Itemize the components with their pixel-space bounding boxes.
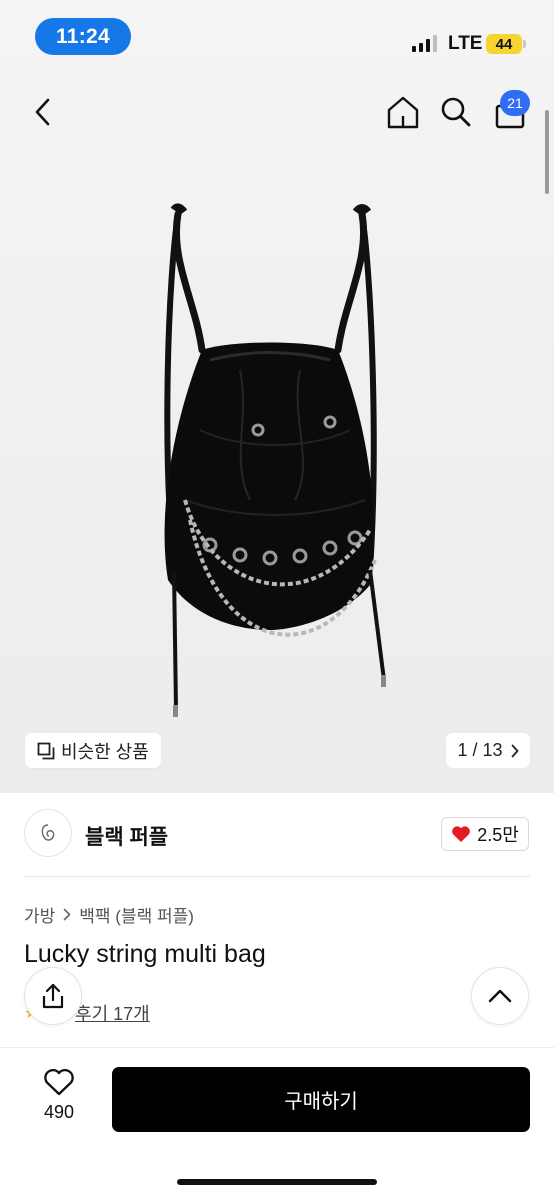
heart-filled-icon xyxy=(452,826,471,842)
breadcrumb-item[interactable]: 백팩 (블랙 퍼플) xyxy=(79,902,194,927)
review-count-link[interactable]: 후기 17개 xyxy=(75,1000,150,1026)
share-icon xyxy=(42,983,64,1009)
wishlist-button[interactable]: 490 xyxy=(28,1068,90,1128)
heart-outline-icon xyxy=(44,1068,74,1096)
back-button[interactable] xyxy=(26,92,60,132)
shop-like-count: 2.5만 xyxy=(477,825,519,845)
chevron-right-icon xyxy=(511,744,518,757)
shop-name[interactable]: 블랙 퍼플 xyxy=(85,821,168,851)
similar-products-label: 비슷한 상품 xyxy=(61,741,149,762)
breadcrumb-item[interactable]: 가방 xyxy=(24,902,55,927)
share-button[interactable] xyxy=(24,967,82,1025)
bottom-bar-divider xyxy=(0,1047,554,1048)
search-button[interactable] xyxy=(438,92,474,132)
signal-icon xyxy=(412,35,437,52)
chevron-left-icon xyxy=(35,98,50,126)
chevron-up-icon xyxy=(488,989,512,1003)
shop-row[interactable]: 블랙 퍼플 2.5만 xyxy=(0,808,554,860)
copy-icon xyxy=(37,742,55,759)
product-title: Lucky string multi bag xyxy=(24,940,266,968)
shop-like-button[interactable]: 2.5만 xyxy=(441,817,529,851)
buy-button[interactable]: 구매하기 xyxy=(112,1067,530,1132)
product-image[interactable] xyxy=(140,200,410,730)
battery-tip xyxy=(523,40,526,48)
scrollbar[interactable] xyxy=(545,110,549,194)
shop-logo-icon xyxy=(41,824,55,841)
breadcrumb: 가방 백팩 (블랙 퍼플) xyxy=(24,902,194,927)
search-icon xyxy=(441,97,471,127)
home-indicator[interactable] xyxy=(177,1179,377,1185)
cart-count-badge: 21 xyxy=(500,90,530,116)
similar-products-button[interactable]: 비슷한 상품 xyxy=(25,733,161,768)
divider xyxy=(24,876,530,877)
status-time: 11:24 xyxy=(35,18,131,55)
shop-logo[interactable] xyxy=(24,809,72,857)
status-bar: 11:24 LTE 44 xyxy=(0,0,554,74)
image-page-indicator[interactable]: 1 / 13 xyxy=(446,733,530,768)
wishlist-count: 490 xyxy=(43,1102,75,1122)
scroll-to-top-button[interactable] xyxy=(471,967,529,1025)
page-indicator-text: 1 / 13 xyxy=(457,740,503,760)
network-label: LTE xyxy=(448,33,483,54)
home-button[interactable] xyxy=(384,92,422,132)
battery-icon: 44 xyxy=(486,34,522,54)
product-gallery[interactable]: 11:24 LTE 44 21 비슷한 상품 1 / 13 xyxy=(0,0,554,793)
home-icon xyxy=(387,96,419,129)
chevron-right-icon xyxy=(63,908,71,921)
